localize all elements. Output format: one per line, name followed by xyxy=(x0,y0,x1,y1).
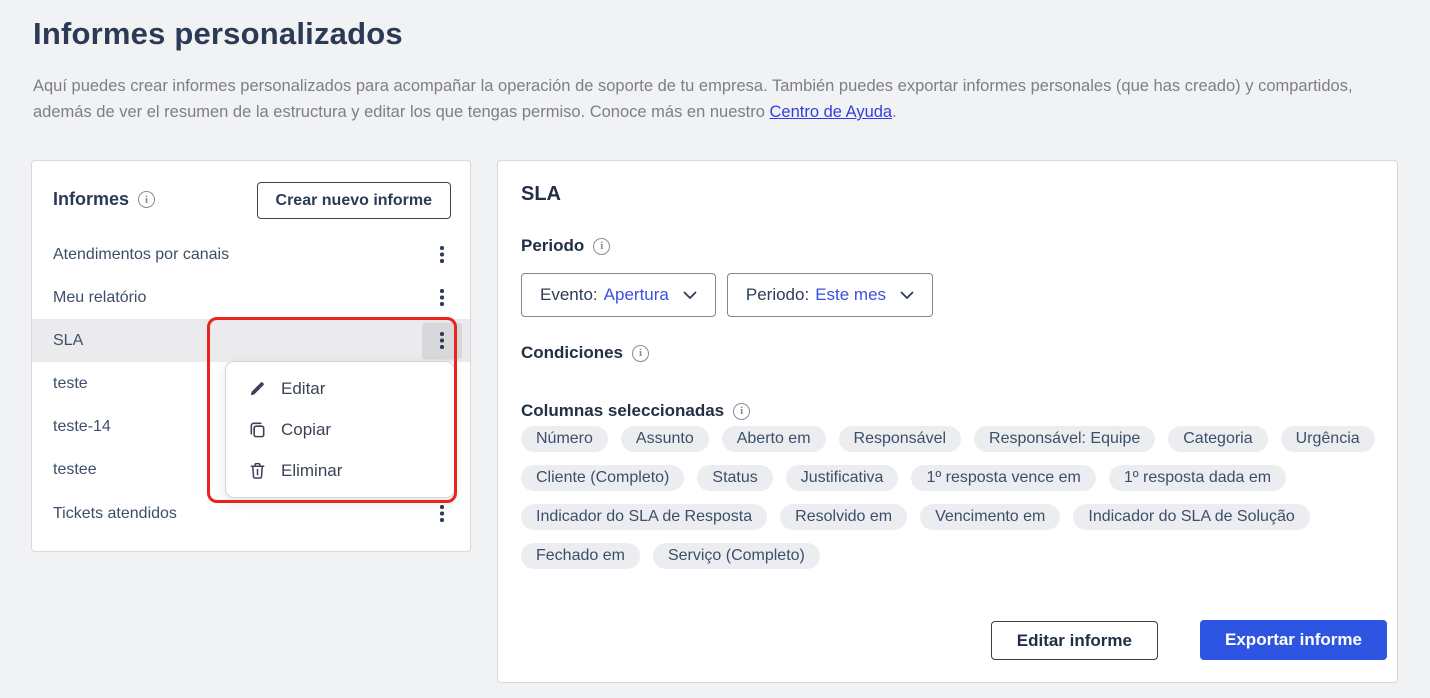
report-row-label: teste xyxy=(53,374,88,392)
chevron-down-icon xyxy=(683,291,697,300)
column-chip: Justificativa xyxy=(785,465,899,491)
report-row-sla[interactable]: SLA xyxy=(32,319,470,362)
period-dropdown-label: Periodo: xyxy=(745,285,810,304)
period-dropdown-value: Este mes xyxy=(815,285,887,304)
create-report-button[interactable]: Crear nuevo informe xyxy=(256,182,451,219)
column-chip: Urgência xyxy=(1280,426,1375,452)
kebab-dots xyxy=(440,295,444,300)
kebab-dots xyxy=(440,511,444,516)
info-icon[interactable] xyxy=(593,237,611,255)
column-chip: Assunto xyxy=(620,426,709,452)
event-dropdown-value: Apertura xyxy=(603,285,669,304)
column-chip: Indicador do SLA de Solução xyxy=(1073,504,1310,530)
conditions-section-label: Condiciones xyxy=(521,343,650,363)
menu-item-label: Eliminar xyxy=(281,460,343,480)
report-detail-panel: SLA Periodo Evento: Apertura Periodo: Es… xyxy=(497,160,1398,683)
copy-icon xyxy=(248,420,268,440)
column-chip: Cliente (Completo) xyxy=(521,465,685,491)
kebab-dots xyxy=(440,338,444,343)
kebab-menu-icon[interactable] xyxy=(422,279,462,316)
column-chip: Status xyxy=(697,465,773,491)
period-section-label: Periodo xyxy=(521,236,611,256)
description-period: . xyxy=(892,103,897,121)
kebab-dots xyxy=(440,252,444,257)
selected-columns-list: Número Assunto Aberto em Responsável Res… xyxy=(521,426,1379,569)
conditions-label-text: Condiciones xyxy=(521,343,624,362)
column-chip: Aberto em xyxy=(721,426,826,452)
column-chip: Categoria xyxy=(1168,426,1268,452)
page-description: Aquí puedes crear informes personalizado… xyxy=(33,73,1403,125)
report-row-label: Meu relatório xyxy=(53,288,147,306)
column-chip: Indicador do SLA de Resposta xyxy=(521,504,768,530)
report-row-meu-relatorio[interactable]: Meu relatório xyxy=(32,276,470,319)
menu-item-label: Editar xyxy=(281,378,326,398)
report-row-label: SLA xyxy=(53,331,84,349)
page-title: Informes personalizados xyxy=(33,16,403,51)
event-dropdown-label: Evento: xyxy=(540,285,598,304)
column-chip: 1º resposta vence em xyxy=(911,465,1096,491)
reports-panel-header: Informes xyxy=(53,189,156,210)
columns-section-label: Columnas seleccionadas xyxy=(521,401,751,421)
info-icon[interactable] xyxy=(733,402,751,420)
help-center-link[interactable]: Centro de Ayuda xyxy=(769,103,892,121)
menu-item-delete[interactable]: Eliminar xyxy=(226,450,454,491)
description-text: Aquí puedes crear informes personalizado… xyxy=(33,77,1353,121)
columns-label-text: Columnas seleccionadas xyxy=(521,401,725,420)
column-chip: Fechado em xyxy=(521,543,640,569)
info-icon[interactable] xyxy=(632,344,650,362)
info-icon[interactable] xyxy=(138,191,156,208)
export-report-button[interactable]: Exportar informe xyxy=(1200,620,1387,660)
report-row-label: Tickets atendidos xyxy=(53,504,177,522)
pencil-icon xyxy=(248,379,268,399)
report-row-label: testee xyxy=(53,460,97,478)
menu-item-copy[interactable]: Copiar xyxy=(226,409,454,450)
period-filters: Evento: Apertura Periodo: Este mes xyxy=(521,273,934,317)
column-chip: Vencimento em xyxy=(920,504,1061,530)
menu-item-label: Copiar xyxy=(281,419,332,439)
column-chip: Responsável: Equipe xyxy=(974,426,1156,452)
report-context-menu: Editar Copiar Eliminar xyxy=(225,361,455,498)
period-label-text: Periodo xyxy=(521,236,585,255)
period-dropdown[interactable]: Periodo: Este mes xyxy=(726,273,934,317)
event-dropdown[interactable]: Evento: Apertura xyxy=(521,273,716,317)
edit-report-button[interactable]: Editar informe xyxy=(990,621,1158,660)
trash-icon xyxy=(248,461,268,481)
menu-item-edit[interactable]: Editar xyxy=(226,368,454,409)
column-chip: Serviço (Completo) xyxy=(652,543,820,569)
column-chip: 1º resposta dada em xyxy=(1108,465,1287,491)
kebab-menu-icon[interactable] xyxy=(422,495,462,532)
kebab-menu-icon[interactable] xyxy=(422,322,462,359)
report-row-label: teste-14 xyxy=(53,417,111,435)
report-row-label: Atendimentos por canais xyxy=(53,245,230,263)
report-row-tickets-atendidos[interactable]: Tickets atendidos xyxy=(32,492,470,535)
kebab-menu-icon[interactable] xyxy=(422,236,462,273)
report-row-atendimentos[interactable]: Atendimentos por canais xyxy=(32,233,470,276)
column-chip: Número xyxy=(521,426,608,452)
column-chip: Responsável xyxy=(838,426,962,452)
reports-panel-title: Informes xyxy=(53,189,130,209)
report-detail-title: SLA xyxy=(521,183,561,205)
chevron-down-icon xyxy=(900,291,914,300)
column-chip: Resolvido em xyxy=(780,504,908,530)
